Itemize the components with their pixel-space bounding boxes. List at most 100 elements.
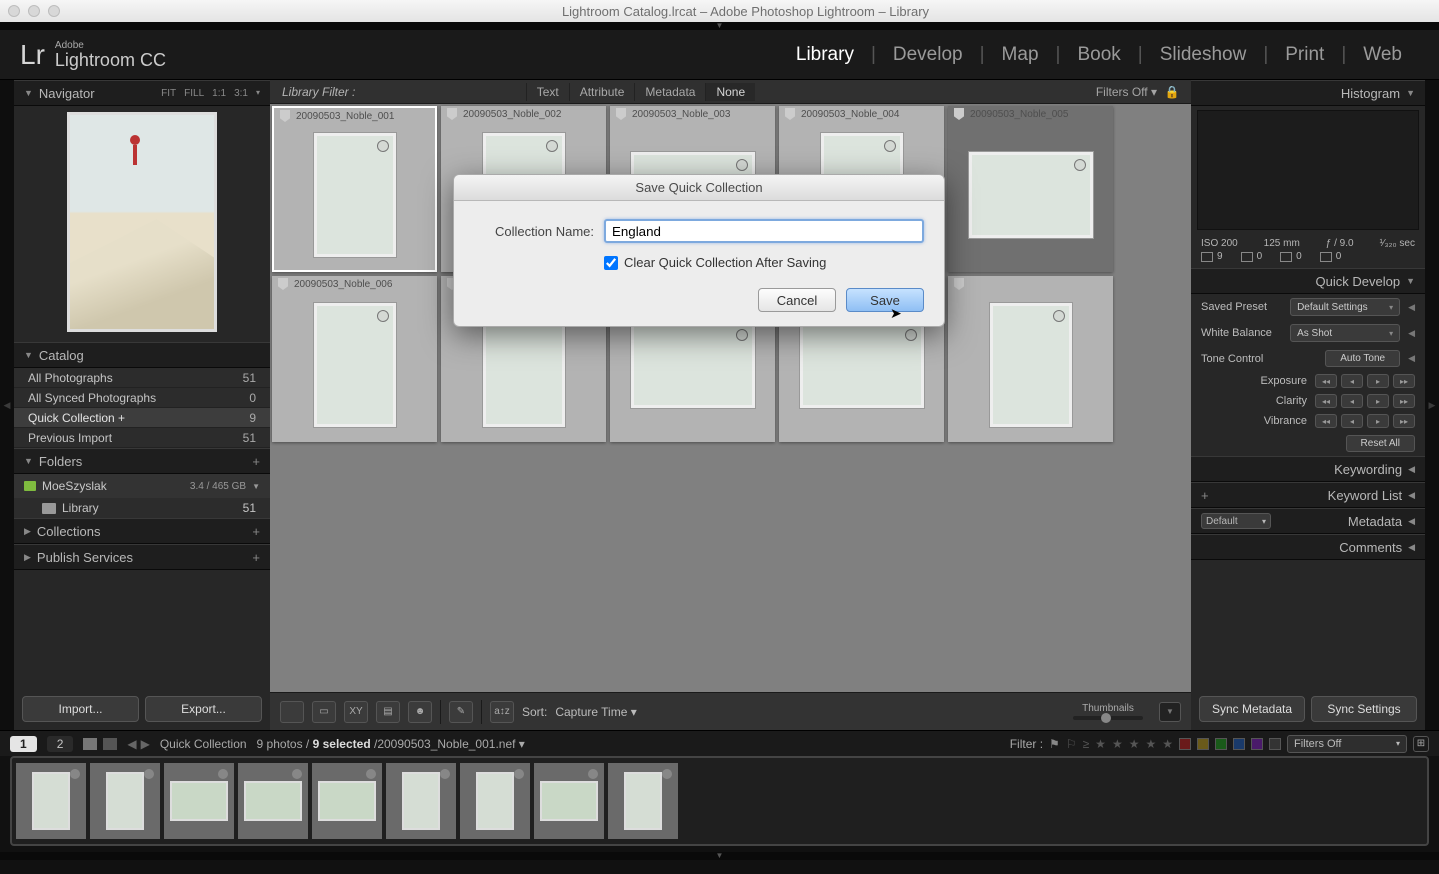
filter-lock-icon[interactable]: ⊞: [1413, 736, 1429, 752]
preset-select[interactable]: Default Settings▾: [1290, 298, 1400, 316]
exposure-dec-big[interactable]: ◂◂: [1315, 374, 1337, 388]
cancel-button[interactable]: Cancel: [758, 288, 836, 312]
module-slideshow[interactable]: Slideshow: [1143, 44, 1264, 66]
collection-name-input[interactable]: [604, 219, 924, 243]
grid-icon[interactable]: [83, 738, 97, 750]
triangle-down-icon[interactable]: ▼: [252, 482, 260, 491]
grid-cell[interactable]: 20090503_Noble_005: [948, 106, 1113, 272]
secondary-display-button[interactable]: 2: [47, 736, 74, 752]
filmstrip[interactable]: [10, 756, 1429, 846]
people-view-icon[interactable]: ☻: [408, 701, 432, 723]
flag-reject-icon[interactable]: ⚐: [1066, 737, 1077, 751]
thumbnail[interactable]: [314, 303, 396, 427]
reset-all-button[interactable]: Reset All: [1346, 435, 1415, 452]
star-5[interactable]: ★: [1162, 737, 1173, 751]
clarity-dec-big[interactable]: ◂◂: [1315, 394, 1337, 408]
compare-view-icon[interactable]: XY: [344, 701, 368, 723]
filmstrip-thumb[interactable]: [318, 781, 376, 821]
sort-direction-icon[interactable]: a↕z: [490, 701, 514, 723]
label-blue[interactable]: [1233, 738, 1245, 750]
label-red[interactable]: [1179, 738, 1191, 750]
grid-cell[interactable]: 20090503_Noble_006: [272, 276, 437, 442]
comments-header[interactable]: Comments◀: [1191, 534, 1425, 560]
folder-library[interactable]: Library 51: [14, 498, 270, 518]
add-folder-icon[interactable]: +: [252, 454, 260, 469]
star-3[interactable]: ★: [1129, 737, 1140, 751]
filmstrip-thumb[interactable]: [106, 772, 144, 830]
thumbnail[interactable]: [631, 322, 755, 408]
filmstrip-cell[interactable]: [608, 763, 678, 839]
module-print[interactable]: Print: [1268, 44, 1341, 66]
filmstrip-cell[interactable]: [16, 763, 86, 839]
module-book[interactable]: Book: [1060, 44, 1137, 66]
nav-fit[interactable]: FIT: [161, 88, 176, 99]
filmstrip-thumb[interactable]: [244, 781, 302, 821]
zoom-dot[interactable]: [48, 5, 60, 17]
flag-icon[interactable]: [785, 108, 795, 120]
folders-header[interactable]: ▼ Folders +: [14, 448, 270, 474]
toolbar-menu-icon[interactable]: ▼: [1159, 702, 1181, 722]
catalog-previous-import[interactable]: Previous Import51: [14, 428, 270, 448]
exposure-dec[interactable]: ◂: [1341, 374, 1363, 388]
filmstrip-thumb[interactable]: [476, 772, 514, 830]
primary-display-button[interactable]: 1: [10, 736, 37, 752]
catalog-synced[interactable]: All Synced Photographs0: [14, 388, 270, 408]
quick-collection-marker-icon[interactable]: [588, 769, 598, 779]
star-4[interactable]: ★: [1145, 737, 1156, 751]
nav-fill[interactable]: FILL: [184, 88, 204, 99]
keyword-list-header[interactable]: +Keyword List◀: [1191, 482, 1425, 508]
quick-collection-marker-icon[interactable]: [440, 769, 450, 779]
module-develop[interactable]: Develop: [876, 44, 980, 66]
navigator-preview[interactable]: [14, 106, 270, 342]
quick-collection-marker-icon[interactable]: [366, 769, 376, 779]
filmstrip-cell[interactable]: [534, 763, 604, 839]
quick-collection-marker-icon[interactable]: [1074, 159, 1086, 171]
filter-text[interactable]: Text: [526, 83, 569, 101]
thumbnail[interactable]: [969, 152, 1093, 238]
collapse-icon[interactable]: ◀: [1408, 302, 1415, 313]
histogram-header[interactable]: Histogram ▼: [1191, 80, 1425, 106]
module-library[interactable]: Library: [779, 44, 871, 66]
quick-collection-marker-icon[interactable]: [1053, 310, 1065, 322]
prev-icon[interactable]: ◀: [127, 737, 136, 751]
flag-icon[interactable]: [278, 278, 288, 290]
clarity-inc[interactable]: ▸: [1367, 394, 1389, 408]
nav-1to1[interactable]: 1:1: [212, 88, 226, 99]
exposure-inc-big[interactable]: ▸▸: [1393, 374, 1415, 388]
label-yellow[interactable]: [1197, 738, 1209, 750]
star-1[interactable]: ★: [1095, 737, 1106, 751]
vibrance-inc-big[interactable]: ▸▸: [1393, 414, 1415, 428]
grid-icon-2[interactable]: [103, 738, 117, 750]
quick-collection-marker-icon[interactable]: [292, 769, 302, 779]
thumbnail[interactable]: [990, 303, 1072, 427]
export-button[interactable]: Export...: [145, 696, 262, 722]
bottom-arrow-strip[interactable]: ▼: [0, 852, 1439, 860]
keywording-header[interactable]: Keywording◀: [1191, 456, 1425, 482]
save-button[interactable]: Save: [846, 288, 924, 312]
quick-collection-marker-icon[interactable]: [736, 329, 748, 341]
sync-settings-button[interactable]: Sync Settings: [1311, 696, 1417, 722]
sync-metadata-button[interactable]: Sync Metadata: [1199, 696, 1305, 722]
histogram-area[interactable]: [1197, 110, 1419, 230]
nav-3to1[interactable]: 3:1: [234, 88, 248, 99]
vibrance-dec[interactable]: ◂: [1341, 414, 1363, 428]
right-collapse-icon[interactable]: ▶: [1425, 80, 1439, 730]
catalog-all-photos[interactable]: All Photographs51: [14, 368, 270, 388]
plus-icon[interactable]: +: [1201, 488, 1209, 503]
clarity-inc-big[interactable]: ▸▸: [1393, 394, 1415, 408]
exposure-inc[interactable]: ▸: [1367, 374, 1389, 388]
module-map[interactable]: Map: [985, 44, 1056, 66]
quick-collection-marker-icon[interactable]: [70, 769, 80, 779]
clear-quick-collection-checkbox[interactable]: Clear Quick Collection After Saving: [604, 255, 924, 270]
quick-collection-marker-icon[interactable]: [144, 769, 154, 779]
quick-develop-header[interactable]: Quick Develop ▼: [1191, 268, 1425, 294]
thumbnail[interactable]: [314, 133, 396, 257]
quick-collection-marker-icon[interactable]: [546, 140, 558, 152]
filmstrip-cell[interactable]: [386, 763, 456, 839]
quick-collection-marker-icon[interactable]: [514, 769, 524, 779]
catalog-quick-collection[interactable]: Quick Collection +9: [14, 408, 270, 428]
filmstrip-thumb[interactable]: [540, 781, 598, 821]
add-publish-icon[interactable]: +: [252, 550, 260, 565]
grid-cell[interactable]: 20090503_Noble_001: [272, 106, 437, 272]
filmstrip-cell[interactable]: [238, 763, 308, 839]
